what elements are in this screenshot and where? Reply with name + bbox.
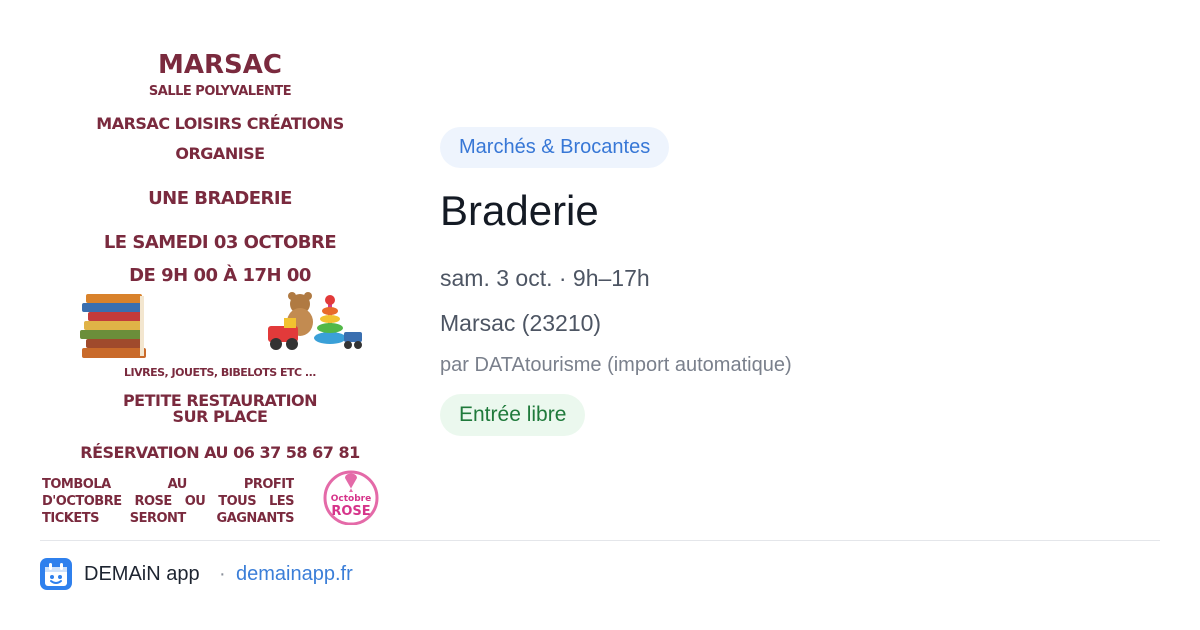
poster-tombola-line: TOMBOLA AU PROFIT xyxy=(42,477,294,492)
poster-food-location: SUR PLACE xyxy=(172,407,268,426)
badge-text-1: Octobre xyxy=(331,494,371,504)
poster-title: MARSAC xyxy=(158,50,282,80)
poster-tombola-line: D'OCTOBRE ROSE OU TOUS LES xyxy=(42,494,294,509)
price-badge: Entrée libre xyxy=(440,394,586,436)
app-website-link[interactable]: demainapp.fr xyxy=(236,562,353,586)
poster-items: LIVRES, JOUETS, BIBELOTS ETC ... xyxy=(124,366,316,379)
poster-organizer: MARSAC LOISIRS CRÉATIONS xyxy=(96,114,344,133)
event-title: Braderie xyxy=(440,187,599,234)
footer-divider xyxy=(40,540,1160,541)
toys-illustration xyxy=(268,292,362,350)
poster-event: UNE BRADERIE xyxy=(148,188,292,209)
app-name: DEMAiN app xyxy=(84,563,200,585)
event-source: par DATAtourisme (import automatique) xyxy=(440,354,792,376)
poster-hours: DE 9H 00 À 17H 00 xyxy=(129,265,311,286)
poster-venue: SALLE POLYVALENTE xyxy=(148,84,292,99)
event-datetime: sam. 3 oct. · 9h–17h xyxy=(440,265,650,291)
demain-app-icon xyxy=(40,558,72,590)
event-location: Marsac (23210) xyxy=(440,310,602,336)
poster-date: LE SAMEDI 03 OCTOBRE xyxy=(103,232,337,253)
event-poster-image: MARSAC SALLE POLYVALENTE MARSAC LOISIRS … xyxy=(40,40,400,525)
poster-tombola: TOMBOLA AU PROFIT D'OCTOBRE ROSE OU TOUS… xyxy=(42,476,294,525)
category-tag[interactable]: Marchés & Brocantes xyxy=(440,127,670,168)
footer-separator: · xyxy=(219,563,226,585)
poster-tombola-line: TICKETS SERONT GAGNANTS xyxy=(42,511,294,525)
books-illustration xyxy=(80,294,146,358)
poster-reservation: RÉSERVATION AU 06 37 58 67 81 xyxy=(80,443,360,462)
poster-organizer-verb: ORGANISE xyxy=(175,144,265,163)
badge-text-2: ROSE xyxy=(331,504,370,519)
pink-ribbon-badge: Octobre ROSE xyxy=(323,470,379,525)
